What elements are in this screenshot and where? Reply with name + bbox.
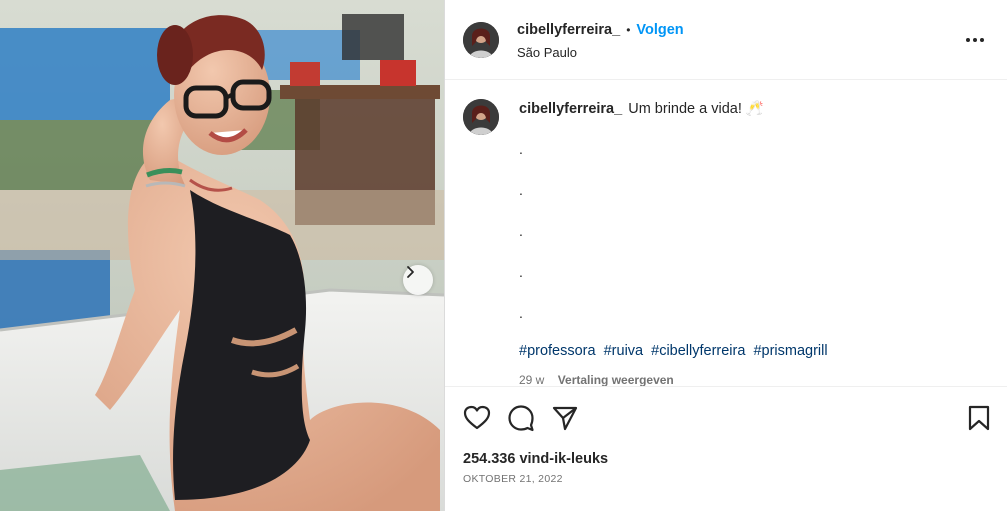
save-button[interactable] (965, 404, 993, 432)
caption-dot: . (519, 264, 523, 280)
actions-section: 254.336 vind-ik-leuks OKTOBER 21, 2022 (445, 386, 1007, 511)
photo-image (0, 0, 444, 511)
caption-username[interactable]: cibellyferreira_ (519, 101, 622, 117)
share-button[interactable] (551, 404, 579, 432)
caption-meta: 29 w Vertaling weergeven (519, 373, 674, 386)
next-photo-button[interactable] (403, 265, 433, 295)
post-age[interactable]: 29 w (519, 373, 544, 386)
like-count[interactable]: 254.336 vind-ik-leuks (463, 451, 608, 467)
avatar-image (463, 99, 499, 135)
comments-section: cibellyferreira_ Um brinde a vida! 🥂 . .… (445, 81, 1007, 386)
heart-icon (463, 405, 491, 430)
avatar[interactable] (463, 22, 499, 58)
hashtags: #professora #ruiva #cibellyferreira #pri… (519, 343, 832, 359)
hashtag-link[interactable]: #cibellyferreira (651, 343, 745, 359)
caption-dot: . (519, 141, 523, 157)
caption: cibellyferreira_ Um brinde a vida! 🥂 (519, 100, 764, 117)
post-header: cibellyferreira_ • Volgen São Paulo (445, 0, 1007, 80)
more-options-button[interactable] (963, 30, 987, 50)
bookmark-icon (968, 405, 990, 431)
like-button[interactable] (463, 404, 491, 432)
username-link[interactable]: cibellyferreira_ (517, 22, 620, 38)
comment-icon (508, 405, 534, 432)
avatar-image (463, 22, 499, 58)
caption-dot: . (519, 305, 523, 321)
caption-text: Um brinde a vida! 🥂 (628, 101, 764, 117)
follow-button[interactable]: Volgen (636, 22, 683, 38)
more-horizontal-icon (966, 38, 984, 42)
translate-link[interactable]: Vertaling weergeven (558, 373, 674, 386)
caption-dot: . (519, 223, 523, 239)
header-user-line: cibellyferreira_ • Volgen (517, 22, 684, 38)
share-icon (552, 406, 578, 431)
hashtag-link[interactable]: #ruiva (604, 343, 644, 359)
hashtag-link[interactable]: #prismagrill (753, 343, 827, 359)
hashtag-link[interactable]: #professora (519, 343, 596, 359)
separator-dot: • (626, 23, 631, 37)
post-photo[interactable] (0, 0, 444, 511)
comment-button[interactable] (507, 404, 535, 432)
location-link[interactable]: São Paulo (517, 45, 577, 60)
chevron-right-icon (407, 266, 414, 278)
caption-dot: . (519, 182, 523, 198)
caption-avatar[interactable] (463, 99, 499, 135)
post-date[interactable]: OKTOBER 21, 2022 (463, 473, 563, 485)
caption-dots: . . . . . (519, 139, 523, 344)
